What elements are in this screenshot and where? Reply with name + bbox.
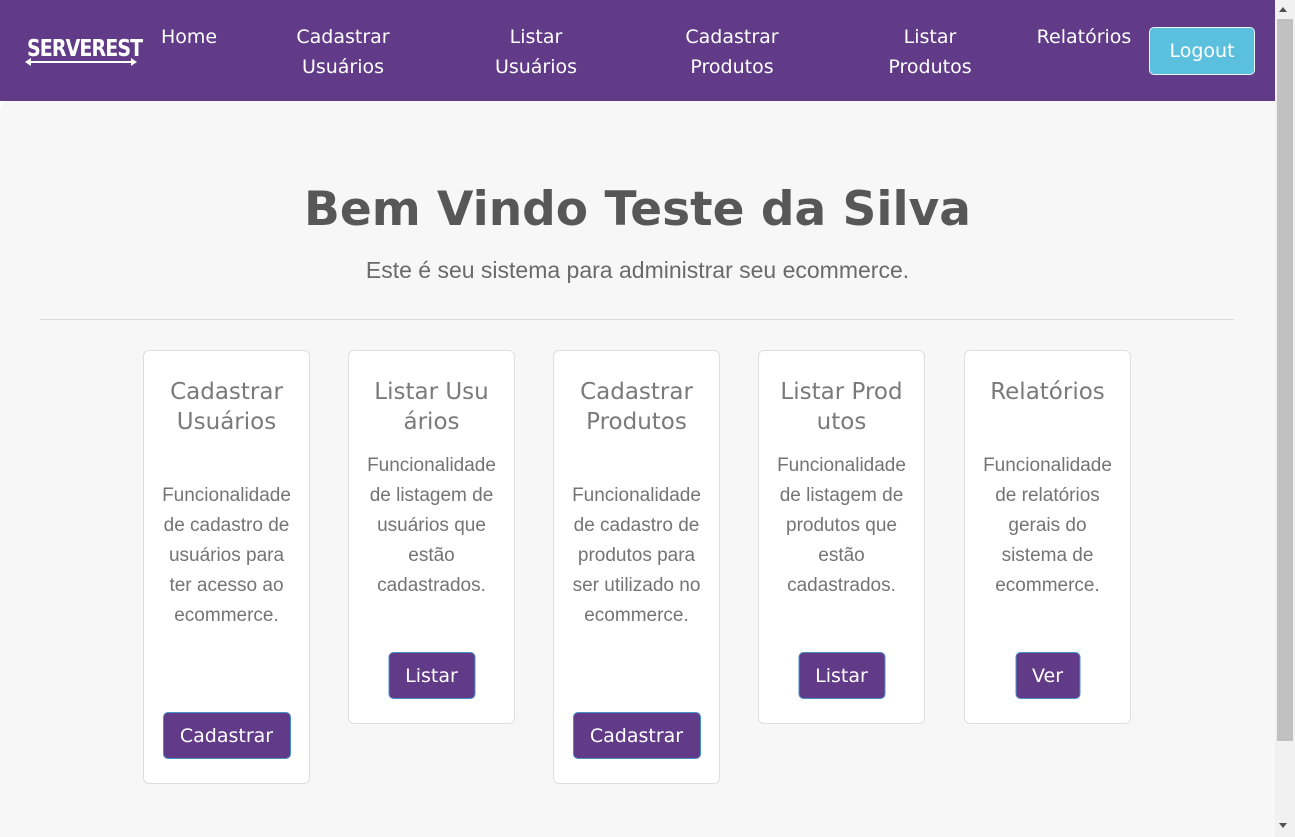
page-subtitle: Este é seu sistema para administrar seu … [365,257,910,283]
nav-cadastrar-usuarios-line2: Usuários [301,56,385,78]
nav-listar-produtos-line1: Listar [903,26,957,48]
nav-listar-usuarios-line1: Listar [509,26,563,48]
nav-cadastrar-produtos-line2: Produtos [690,56,774,78]
card-title: Listar Usuários [374,379,489,435]
listar-produtos-button[interactable]: Listar [798,652,885,699]
scrollbar-thumb[interactable] [1277,19,1293,741]
card-relatorios: Relatórios Funcionalidade de relatórios … [964,350,1131,724]
card-text: Funcionalidade de cadastro de produtos p… [572,485,701,626]
scroll-up-arrow-icon[interactable] [1279,7,1287,12]
cadastrar-produtos-button[interactable]: Cadastrar [572,712,701,759]
card-title: Listar Produtos [780,379,903,435]
card-cadastrar-produtos: Cadastrar Produtos Funcionalidade de cad… [553,350,720,784]
navbar: SERVEREST Home Cadastrar Usuários Listar… [0,0,1275,101]
serverest-logo[interactable]: SERVEREST [25,34,143,66]
nav-home[interactable]: Home [150,22,228,52]
nav-relatorios[interactable]: Relatórios [1028,22,1140,52]
nav-home-label: Home [160,26,218,48]
card-text: Funcionalidade de listagem de usuários q… [367,455,496,596]
card-text: Funcionalidade de relatórios gerais do s… [983,455,1112,596]
card-listar-produtos: Listar Produtos Funcionalidade de listag… [758,350,925,724]
divider [40,319,1234,320]
nav-cadastrar-usuarios-line1: Cadastrar [296,26,390,48]
logo-text: SERVEREST [27,36,143,62]
card-cadastrar-usuarios: Cadastrar Usuários Funcionalidade de cad… [143,350,310,784]
nav-listar-produtos-line2: Produtos [888,56,972,78]
card-title: Cadastrar Usuários [170,379,283,435]
card-title: Relatórios [990,379,1105,405]
nav-cadastrar-usuarios[interactable]: Cadastrar Usuários [273,22,413,82]
logout-button[interactable]: Logout [1149,27,1255,75]
nav-listar-produtos[interactable]: Listar Produtos [866,22,994,82]
nav-cadastrar-produtos-line1: Cadastrar [685,26,779,48]
main-content: Bem Vindo Teste da Silva Este é seu sist… [0,101,1275,837]
card-title: Cadastrar Produtos [580,379,693,435]
card-text: Funcionalidade de cadastro de usuários p… [162,485,291,626]
cadastrar-usuarios-button[interactable]: Cadastrar [162,712,291,759]
page-title: Bem Vindo Teste da Silva [304,182,971,237]
card-text: Funcionalidade de listagem de produtos q… [777,455,906,596]
nav-listar-usuarios-line2: Usuários [494,56,578,78]
nav-cadastrar-produtos[interactable]: Cadastrar Produtos [662,22,802,82]
listar-usuarios-button[interactable]: Listar [388,652,475,699]
ver-relatorios-button[interactable]: Ver [1015,652,1080,699]
nav-relatorios-label: Relatórios [1036,26,1132,48]
logo-arrows-icon [25,58,137,66]
nav-listar-usuarios[interactable]: Listar Usuários [476,22,596,82]
card-listar-usuarios: Listar Usuários Funcionalidade de listag… [348,350,515,724]
scroll-down-arrow-icon[interactable] [1279,823,1287,828]
